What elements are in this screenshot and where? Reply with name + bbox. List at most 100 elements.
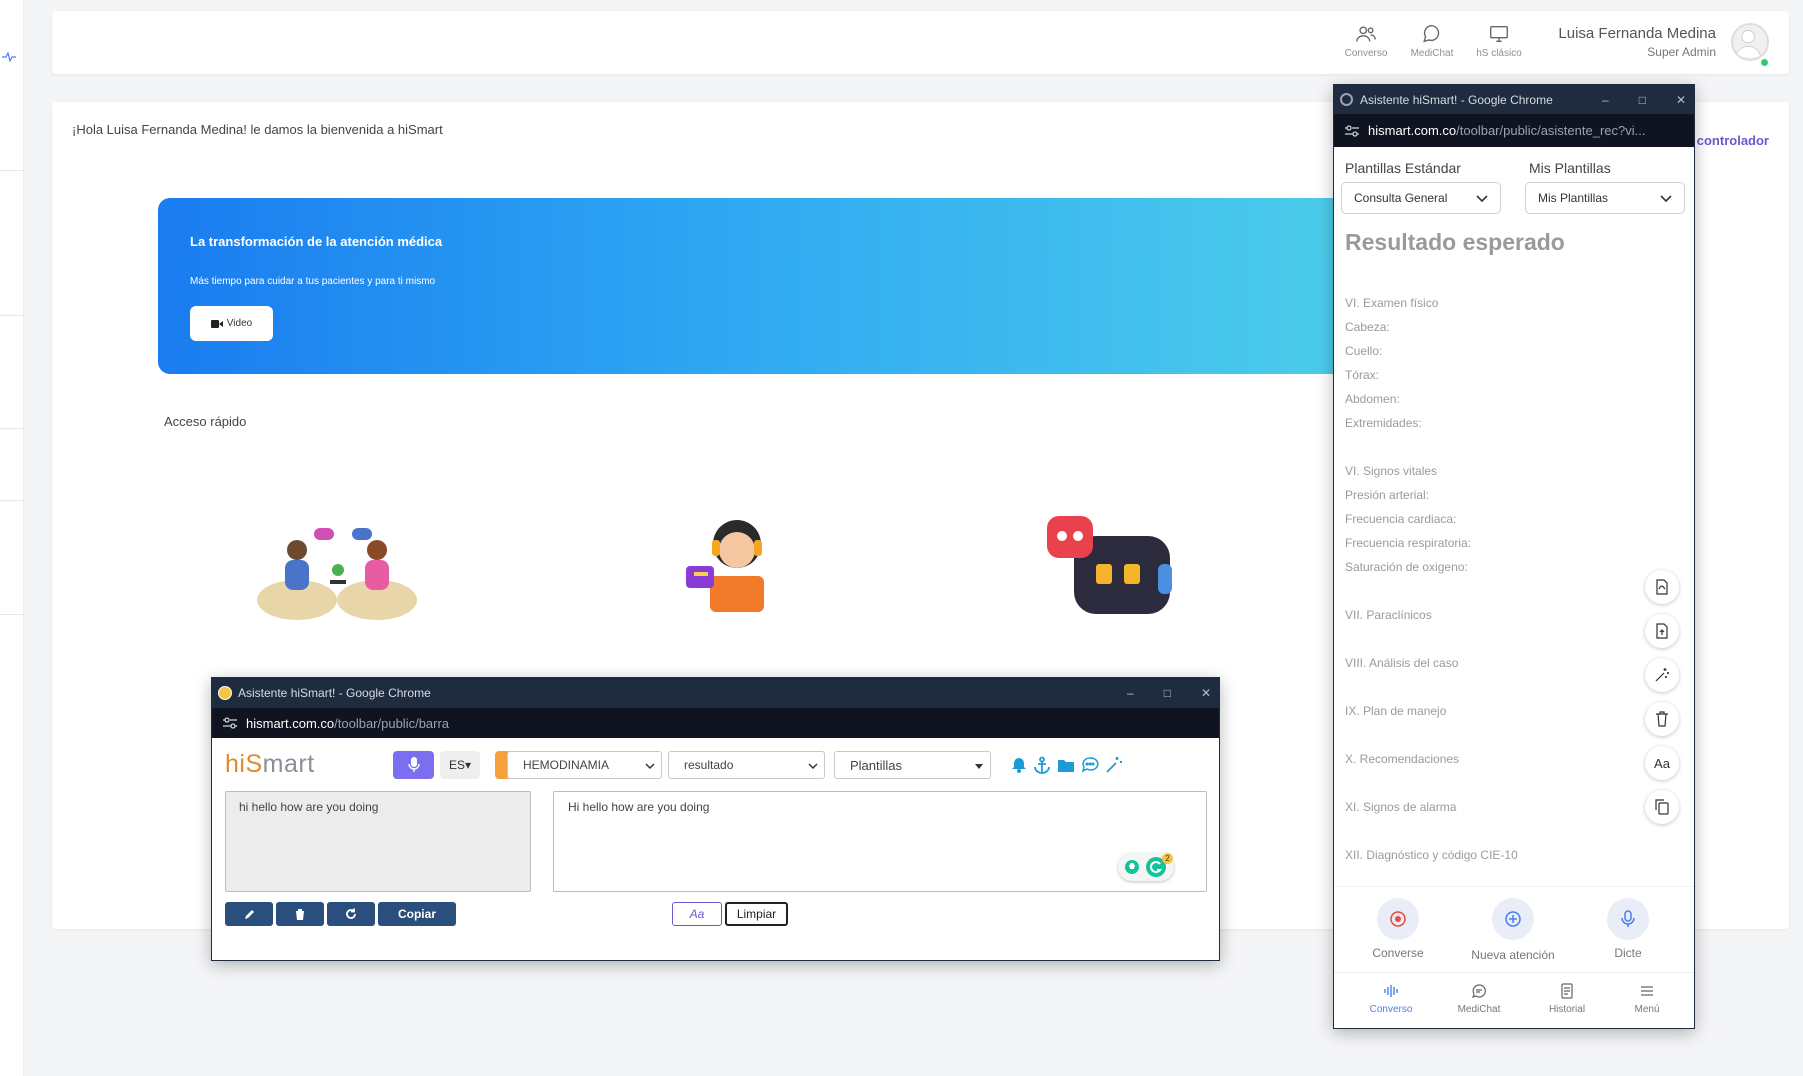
chevron-down-icon — [645, 763, 655, 770]
nav-hs-clasico[interactable]: hS clásico — [1471, 23, 1527, 59]
nav-label: Converso — [1344, 48, 1388, 59]
tab-label: Converso — [1369, 1004, 1413, 1015]
delete-button[interactable] — [276, 902, 324, 926]
site-settings-icon[interactable] — [222, 715, 238, 731]
trash-icon — [1656, 711, 1668, 727]
input-textarea[interactable]: hi hello how are you doing — [225, 791, 531, 892]
users-icon — [1356, 26, 1376, 42]
user-name[interactable]: Luisa Fernanda Medina — [1558, 25, 1716, 42]
templates-select[interactable]: Plantillas — [834, 751, 991, 779]
copy-icon — [1655, 799, 1669, 815]
tab-historial[interactable]: Historial — [1527, 983, 1607, 1015]
new-attention-button[interactable] — [1492, 898, 1534, 940]
type-select[interactable]: resultado — [668, 751, 825, 779]
hero-banner: La transformación de la atención médica … — [158, 198, 1408, 374]
window-titlebar[interactable]: Asistente hiSmart! - Google Chrome – □ ✕ — [212, 678, 1219, 708]
minimize-icon[interactable]: – — [1602, 93, 1609, 107]
controlador-link[interactable]: controlador — [1697, 133, 1769, 148]
top-header: Converso MediChat hS clásico Luisa Ferna… — [52, 11, 1789, 74]
refresh-button[interactable] — [327, 902, 375, 926]
result-line: Tórax: — [1345, 368, 1380, 382]
tab-converso[interactable]: Converso — [1351, 983, 1431, 1015]
tab-label: MediChat — [1457, 1004, 1501, 1015]
maximize-icon[interactable]: □ — [1639, 93, 1646, 107]
trash-icon — [295, 908, 305, 920]
site-settings-icon[interactable] — [1344, 123, 1360, 139]
pulse-icon[interactable] — [2, 52, 16, 62]
tab-label: Historial — [1548, 1004, 1586, 1015]
clear-button[interactable]: Limpiar — [725, 902, 788, 926]
grammar-count-badge: 2 — [1162, 853, 1173, 864]
my-templates-value: Mis Plantillas — [1538, 191, 1609, 205]
minimize-icon[interactable]: – — [1127, 686, 1134, 700]
my-templates-label: Mis Plantillas — [1529, 160, 1611, 176]
window-title: Asistente hiSmart! - Google Chrome — [238, 686, 431, 700]
address-bar[interactable]: hismart.com.co/toolbar/public/asistente_… — [1334, 114, 1694, 147]
tab-menu[interactable]: Menú — [1607, 983, 1687, 1015]
sidebar-divider — [0, 315, 24, 316]
bell-icon[interactable] — [1010, 756, 1028, 774]
video-camera-icon — [210, 319, 223, 328]
toolbar-window: Asistente hiSmart! - Google Chrome – □ ✕… — [211, 677, 1220, 961]
converso-illustration[interactable] — [252, 520, 422, 630]
document-icon — [1561, 983, 1573, 999]
upload-file-button[interactable] — [1645, 614, 1679, 648]
microphone-button[interactable] — [393, 751, 434, 779]
magic-wand-icon[interactable] — [1105, 756, 1123, 774]
result-line: XI. Signos de alarma — [1345, 800, 1457, 814]
window-titlebar[interactable]: Asistente hiSmart! - Google Chrome – □ ✕ — [1334, 85, 1694, 114]
comment-dots-icon[interactable] — [1081, 756, 1099, 774]
monitor-icon — [1490, 25, 1508, 43]
file-upload-icon — [1656, 623, 1668, 639]
chevron-down-icon — [1476, 195, 1488, 203]
my-templates-select[interactable]: Mis Plantillas — [1525, 182, 1685, 214]
text-style-button[interactable]: Aa — [672, 902, 722, 926]
hamburger-menu-icon — [1641, 986, 1653, 996]
grammar-assistant-widget[interactable]: 2 — [1118, 853, 1174, 881]
video-button[interactable]: Video — [190, 306, 273, 341]
folder-icon[interactable] — [1057, 756, 1075, 774]
magic-wand-icon — [1655, 668, 1669, 682]
result-title: Resultado esperado — [1345, 229, 1565, 255]
tab-medichat[interactable]: MediChat — [1439, 983, 1519, 1015]
pdf-export-button[interactable] — [1645, 570, 1679, 604]
std-templates-select[interactable]: Consulta General — [1341, 182, 1501, 214]
pencil-icon — [244, 909, 254, 919]
result-line: VII. Paraclínicos — [1345, 608, 1432, 622]
result-line: VIII. Análisis del caso — [1345, 656, 1459, 670]
maximize-icon[interactable]: □ — [1164, 686, 1171, 700]
language-value: ES — [448, 758, 465, 772]
delete-button[interactable] — [1645, 702, 1679, 736]
magic-wand-button[interactable] — [1645, 658, 1679, 692]
address-bar[interactable]: hismart.com.co/toolbar/public/barra — [212, 708, 1219, 738]
user-role: Super Admin — [1647, 45, 1716, 59]
online-status-dot — [1760, 58, 1769, 67]
result-line: Frecuencia cardiaca: — [1345, 512, 1457, 526]
close-icon[interactable]: ✕ — [1201, 686, 1211, 700]
edit-button[interactable] — [225, 902, 273, 926]
dicte-button[interactable] — [1607, 898, 1649, 940]
anchor-icon[interactable] — [1033, 756, 1051, 774]
copy-button[interactable] — [1645, 790, 1679, 824]
converse-button[interactable] — [1377, 898, 1419, 940]
close-icon[interactable]: ✕ — [1676, 93, 1686, 107]
assistant-actions: Converse Nueva atención Dicte — [1334, 886, 1694, 968]
microphone-icon — [407, 757, 420, 772]
output-textarea[interactable]: Hi hello how are you doing — [553, 791, 1207, 892]
specialty-select[interactable]: HEMODINAMIA — [507, 751, 662, 779]
welcome-text: ¡Hola Luisa Fernanda Medina! le damos la… — [72, 122, 443, 137]
nav-converso[interactable]: Converso — [1338, 23, 1394, 59]
result-line: Cabeza: — [1345, 320, 1390, 334]
lightbulb-icon — [1125, 860, 1139, 874]
refresh-icon — [346, 908, 356, 919]
left-sidebar — [0, 0, 24, 1076]
medichat-illustration[interactable] — [1044, 512, 1184, 622]
avatar[interactable] — [1731, 23, 1769, 61]
language-dropdown[interactable]: ES ▾ — [440, 751, 480, 779]
copy-button[interactable]: Copiar — [378, 902, 456, 926]
record-icon — [1390, 911, 1406, 927]
text-format-button[interactable]: Aa — [1645, 746, 1679, 780]
sidebar-divider — [0, 500, 24, 501]
nav-medichat[interactable]: MediChat — [1404, 23, 1460, 59]
dictado-illustration[interactable] — [682, 510, 782, 622]
